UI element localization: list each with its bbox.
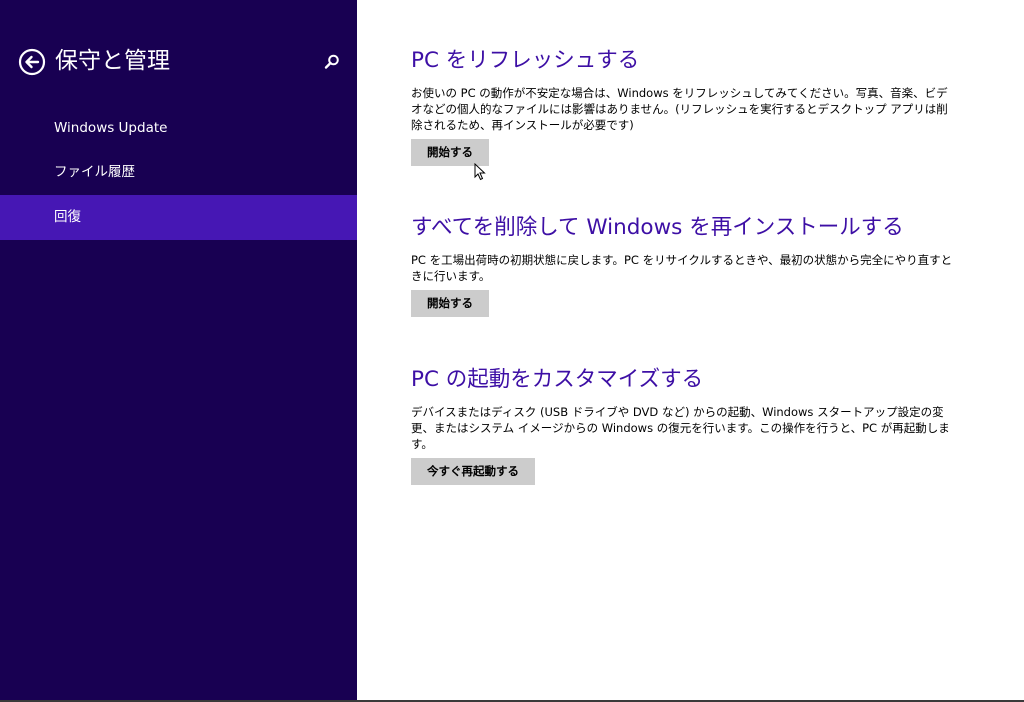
- sidebar-item-file-history[interactable]: ファイル履歴: [0, 150, 357, 195]
- sidebar-item-recovery[interactable]: 回復: [0, 195, 357, 240]
- section-description: デバイスまたはディスク (USB ドライブや DVD など) からの起動、Win…: [411, 405, 950, 451]
- refresh-section: PC をリフレッシュする お使いの PC の動作が不安定な場合は、Windows…: [411, 47, 956, 166]
- sidebar-item-windows-update[interactable]: Windows Update: [0, 106, 357, 151]
- section-title: PC の起動をカスタマイズする: [411, 367, 704, 392]
- back-arrow-icon: [18, 48, 46, 76]
- search-button[interactable]: [323, 53, 341, 71]
- sidebar-header: 保守と管理: [18, 45, 343, 79]
- mouse-cursor-icon: [474, 163, 486, 181]
- back-button[interactable]: [18, 48, 46, 76]
- section-title: すべてを削除して Windows を再インストールする: [411, 215, 904, 240]
- restart-now-button[interactable]: 今すぐ再起動する: [411, 458, 535, 485]
- section-title: PC をリフレッシュする: [411, 48, 640, 73]
- sidebar-item-label: Windows Update: [54, 120, 168, 136]
- main-content: PC をリフレッシュする お使いの PC の動作が不安定な場合は、Windows…: [357, 0, 1024, 700]
- advanced-startup-section: PC の起動をカスタマイズする デバイスまたはディスク (USB ドライブや D…: [411, 366, 956, 485]
- sidebar-item-label: 回復: [54, 209, 81, 225]
- page-title: 保守と管理: [55, 48, 170, 74]
- sidebar: 保守と管理 Windows Update ファイル履歴 回復: [0, 0, 357, 700]
- reset-section: すべてを削除して Windows を再インストールする PC を工場出荷時の初期…: [411, 214, 956, 317]
- section-description: PC を工場出荷時の初期状態に戻します。PC をリサイクルするときや、最初の状態…: [411, 253, 953, 283]
- search-icon: [324, 54, 339, 69]
- reset-start-button[interactable]: 開始する: [411, 290, 489, 317]
- section-description: お使いの PC の動作が不安定な場合は、Windows をリフレッシュしてみてく…: [411, 86, 948, 132]
- refresh-start-button[interactable]: 開始する: [411, 139, 489, 166]
- sidebar-item-label: ファイル履歴: [54, 164, 135, 180]
